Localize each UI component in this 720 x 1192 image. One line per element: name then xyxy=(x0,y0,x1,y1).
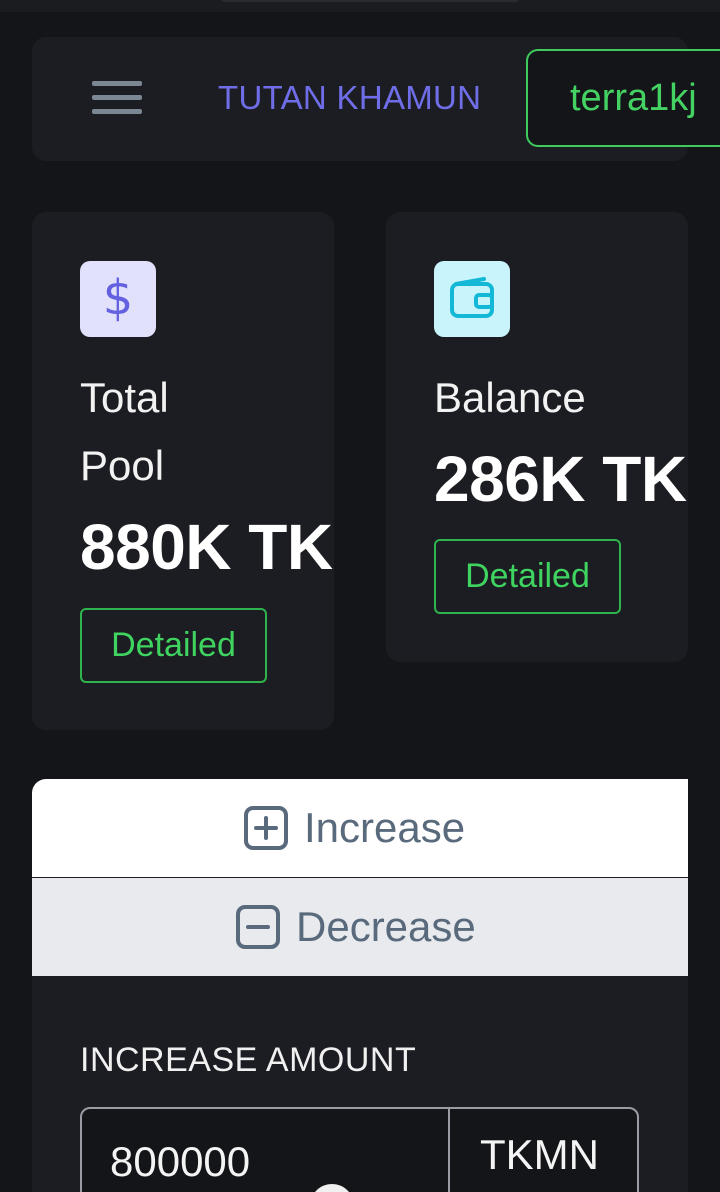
balance-value: 286K TKMN xyxy=(434,443,688,515)
total-pool-value: 880K TKMN xyxy=(80,511,334,583)
amount-input-group: TKMN xyxy=(80,1107,639,1192)
dollar-icon: $ xyxy=(80,261,156,337)
increase-amount-label: INCREASE AMOUNT xyxy=(80,1041,417,1079)
tab-decrease-label: Decrease xyxy=(296,903,476,950)
amount-panel: Increase Decrease INCREASE AMOUNT TKMN xyxy=(32,779,688,1192)
total-pool-label-line1: Total xyxy=(80,374,169,421)
balance-card: Balance 286K TKMN Detailed xyxy=(386,212,688,662)
wallet-address-label: terra1kj xyxy=(570,77,697,119)
brand-title[interactable]: TUTAN KHAMUN xyxy=(218,79,481,117)
page: TUTAN KHAMUN terra1kj $ Total Pool 880K … xyxy=(0,0,720,1192)
wallet-address-button[interactable]: terra1kj xyxy=(526,49,720,147)
plus-square-icon xyxy=(244,806,288,850)
total-pool-card: $ Total Pool 880K TKMN Detailed xyxy=(32,212,334,730)
amount-unit-label: TKMN xyxy=(480,1131,599,1178)
balance-label: Balance xyxy=(434,374,586,421)
amount-input[interactable] xyxy=(82,1109,450,1192)
total-pool-label-line2: Pool xyxy=(80,442,165,489)
tab-decrease[interactable]: Decrease xyxy=(32,878,688,976)
minus-square-icon xyxy=(236,905,280,949)
tab-increase[interactable]: Increase xyxy=(32,779,688,877)
hamburger-menu-icon[interactable] xyxy=(92,81,142,117)
tab-increase-label: Increase xyxy=(304,804,466,851)
total-pool-detailed-button[interactable]: Detailed xyxy=(80,608,267,683)
wallet-icon xyxy=(434,261,510,337)
top-grip xyxy=(222,0,518,2)
top-strip xyxy=(0,0,720,12)
balance-detailed-button[interactable]: Detailed xyxy=(434,539,621,614)
